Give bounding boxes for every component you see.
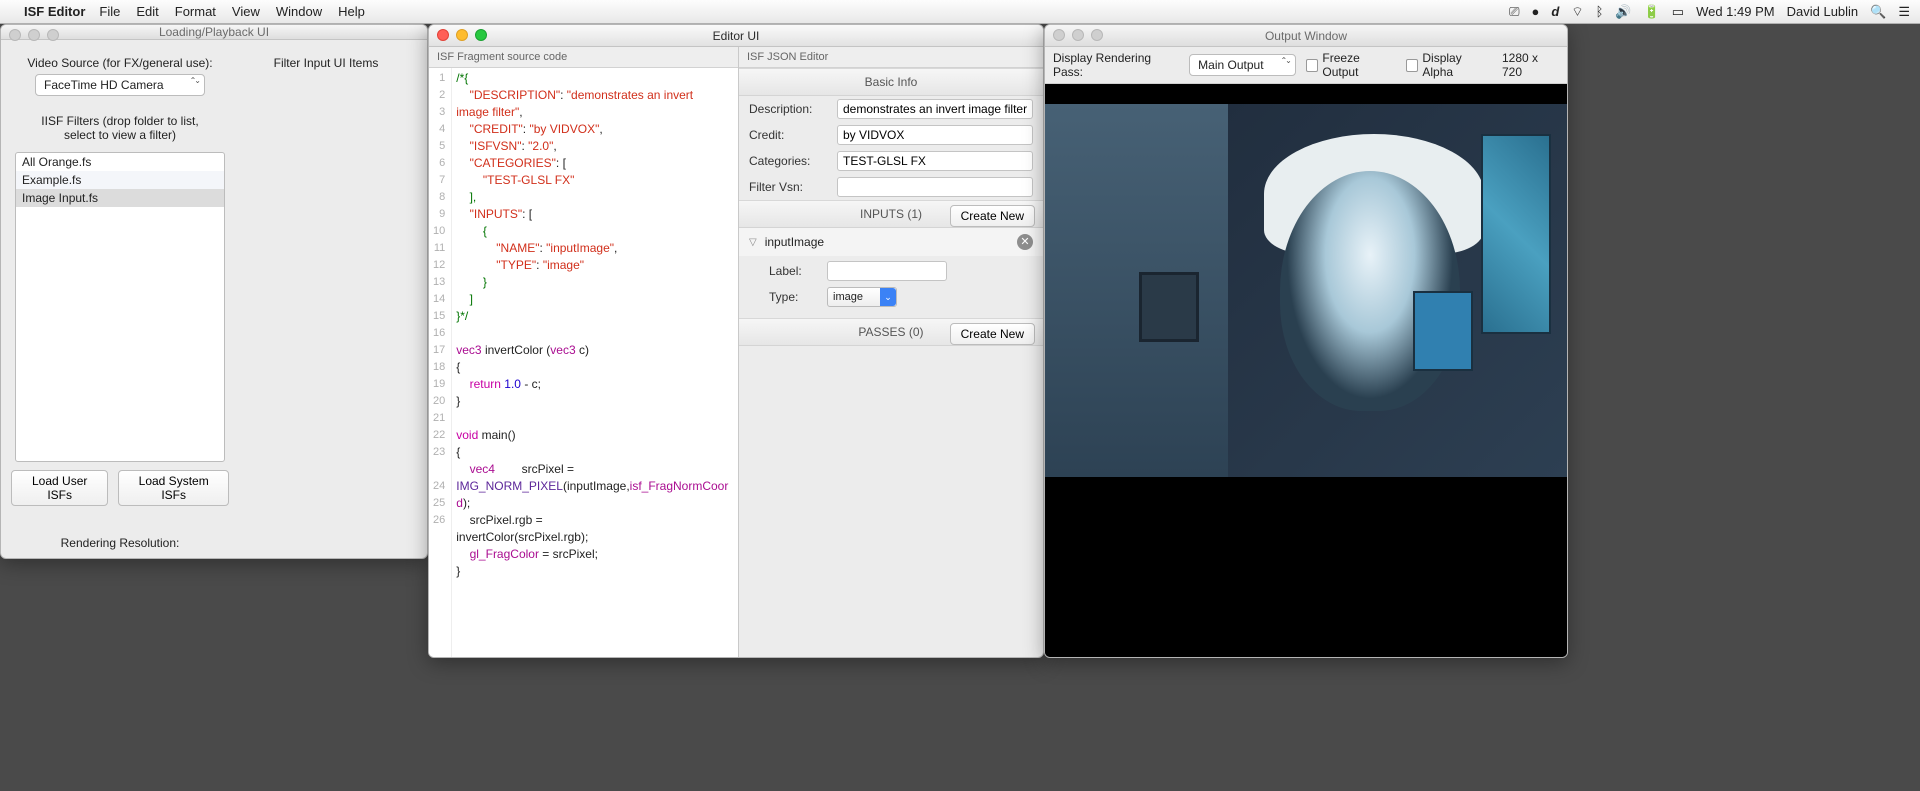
- json-header: ISF JSON Editor: [739, 47, 1043, 68]
- app-name[interactable]: ISF Editor: [24, 4, 85, 19]
- video-source-select[interactable]: FaceTime HD Camera: [35, 74, 205, 96]
- credit-input[interactable]: [837, 125, 1033, 145]
- screen-record-icon[interactable]: ⎚: [1509, 4, 1519, 20]
- display-alpha-checkbox[interactable]: Display Alpha: [1406, 51, 1492, 79]
- chevron-down-icon: ⌄: [880, 288, 896, 306]
- list-item[interactable]: Example.fs: [16, 171, 224, 189]
- inputs-header: INPUTS (1) Create New: [739, 200, 1043, 228]
- passes-header: PASSES (0) Create New: [739, 318, 1043, 346]
- freeze-output-checkbox[interactable]: Freeze Output: [1306, 51, 1396, 79]
- create-new-input-button[interactable]: Create New: [950, 205, 1035, 227]
- list-item-selected[interactable]: Image Input.fs: [16, 189, 224, 207]
- close-icon[interactable]: [1053, 29, 1065, 41]
- source-header: ISF Fragment source code: [429, 47, 738, 68]
- filter-input-items-title: Filter Input UI Items: [274, 56, 379, 70]
- close-icon[interactable]: [437, 29, 449, 41]
- titlebar[interactable]: Loading/Playback UI: [1, 25, 427, 40]
- input-entry[interactable]: ▽ inputImage ✕: [739, 228, 1043, 256]
- output-window: Output Window Display Rendering Pass: Ma…: [1044, 24, 1568, 658]
- load-system-isfs-button[interactable]: Load System ISFs: [118, 470, 229, 506]
- minimize-icon[interactable]: [1072, 29, 1084, 41]
- window-title: Loading/Playback UI: [159, 25, 269, 39]
- zoom-icon[interactable]: [1091, 29, 1103, 41]
- menu-window[interactable]: Window: [276, 4, 322, 19]
- list-item[interactable]: All Orange.fs: [16, 153, 224, 171]
- spotlight-icon[interactable]: 🔍: [1870, 4, 1886, 20]
- notifications-icon[interactable]: ☰: [1898, 4, 1910, 20]
- close-icon[interactable]: [9, 29, 21, 41]
- minimize-icon[interactable]: [456, 29, 468, 41]
- airplay-icon[interactable]: ▭: [1672, 4, 1684, 20]
- titlebar[interactable]: Output Window: [1045, 25, 1567, 47]
- zoom-icon[interactable]: [475, 29, 487, 41]
- input-type-label: Type:: [769, 290, 819, 304]
- filters-label: IISF Filters (drop folder to list, selec…: [41, 114, 198, 142]
- input-name: inputImage: [765, 235, 1009, 249]
- zoom-icon[interactable]: [47, 29, 59, 41]
- menu-edit[interactable]: Edit: [136, 4, 158, 19]
- battery-icon[interactable]: 🔋: [1644, 4, 1660, 20]
- rendering-pass-select[interactable]: Main Output: [1189, 54, 1296, 76]
- menu-format[interactable]: Format: [175, 4, 216, 19]
- input-label-label: Label:: [769, 264, 819, 278]
- filter-file-list[interactable]: All Orange.fs Example.fs Image Input.fs: [15, 152, 225, 462]
- rendering-resolution-label: Rendering Resolution:: [61, 536, 180, 550]
- categories-label: Categories:: [749, 154, 829, 168]
- window-title: Editor UI: [713, 29, 760, 43]
- basic-info-header: Basic Info: [739, 68, 1043, 96]
- menu-help[interactable]: Help: [338, 4, 365, 19]
- output-dimensions: 1280 x 720: [1502, 51, 1559, 79]
- description-input[interactable]: [837, 99, 1033, 119]
- load-user-isfs-button[interactable]: Load User ISFs: [11, 470, 108, 506]
- menu-file[interactable]: File: [99, 4, 120, 19]
- window-title: Output Window: [1265, 29, 1347, 43]
- rendering-pass-label: Display Rendering Pass:: [1053, 51, 1179, 79]
- volume-icon[interactable]: 🔊: [1615, 4, 1631, 20]
- minimize-icon[interactable]: [28, 29, 40, 41]
- categories-input[interactable]: [837, 151, 1033, 171]
- filter-vsn-input[interactable]: [837, 177, 1033, 197]
- d-tray-icon[interactable]: d: [1551, 4, 1559, 19]
- save-default-button[interactable]: Save Current as DEFAULT: [243, 558, 408, 559]
- menubar-clock[interactable]: Wed 1:49 PM: [1696, 4, 1775, 19]
- delete-input-icon[interactable]: ✕: [1017, 234, 1033, 250]
- disclosure-icon[interactable]: ▽: [749, 237, 757, 248]
- filter-vsn-label: Filter Vsn:: [749, 180, 829, 194]
- menubar-user[interactable]: David Lublin: [1787, 4, 1859, 19]
- titlebar[interactable]: Editor UI: [429, 25, 1043, 47]
- output-preview: [1045, 84, 1567, 657]
- wifi-icon[interactable]: ⌔: [1571, 4, 1583, 20]
- video-source-label: Video Source (for FX/general use):: [27, 56, 212, 70]
- create-new-pass-button[interactable]: Create New: [950, 323, 1035, 345]
- credit-label: Credit:: [749, 128, 829, 142]
- menubar: ISF Editor File Edit Format View Window …: [0, 0, 1920, 24]
- camera-icon[interactable]: ●: [1532, 4, 1540, 19]
- description-label: Description:: [749, 102, 829, 116]
- video-output: [1045, 104, 1567, 477]
- editor-ui-window: Editor UI ISF Fragment source code 1 2 3…: [428, 24, 1044, 658]
- loading-playback-window: Loading/Playback UI Video Source (for FX…: [0, 24, 428, 559]
- code-content[interactable]: /*{ "DESCRIPTION": "demonstrates an inve…: [452, 68, 732, 657]
- input-label-input[interactable]: [827, 261, 947, 281]
- line-gutter: 1 2 3 4 5 6 7 8 9 10 11 12 13 14 15 16 1…: [429, 68, 452, 657]
- code-editor[interactable]: 1 2 3 4 5 6 7 8 9 10 11 12 13 14 15 16 1…: [429, 68, 738, 657]
- menu-view[interactable]: View: [232, 4, 260, 19]
- input-type-select[interactable]: image⌄: [827, 287, 897, 307]
- bluetooth-icon[interactable]: ᛒ: [1596, 4, 1604, 19]
